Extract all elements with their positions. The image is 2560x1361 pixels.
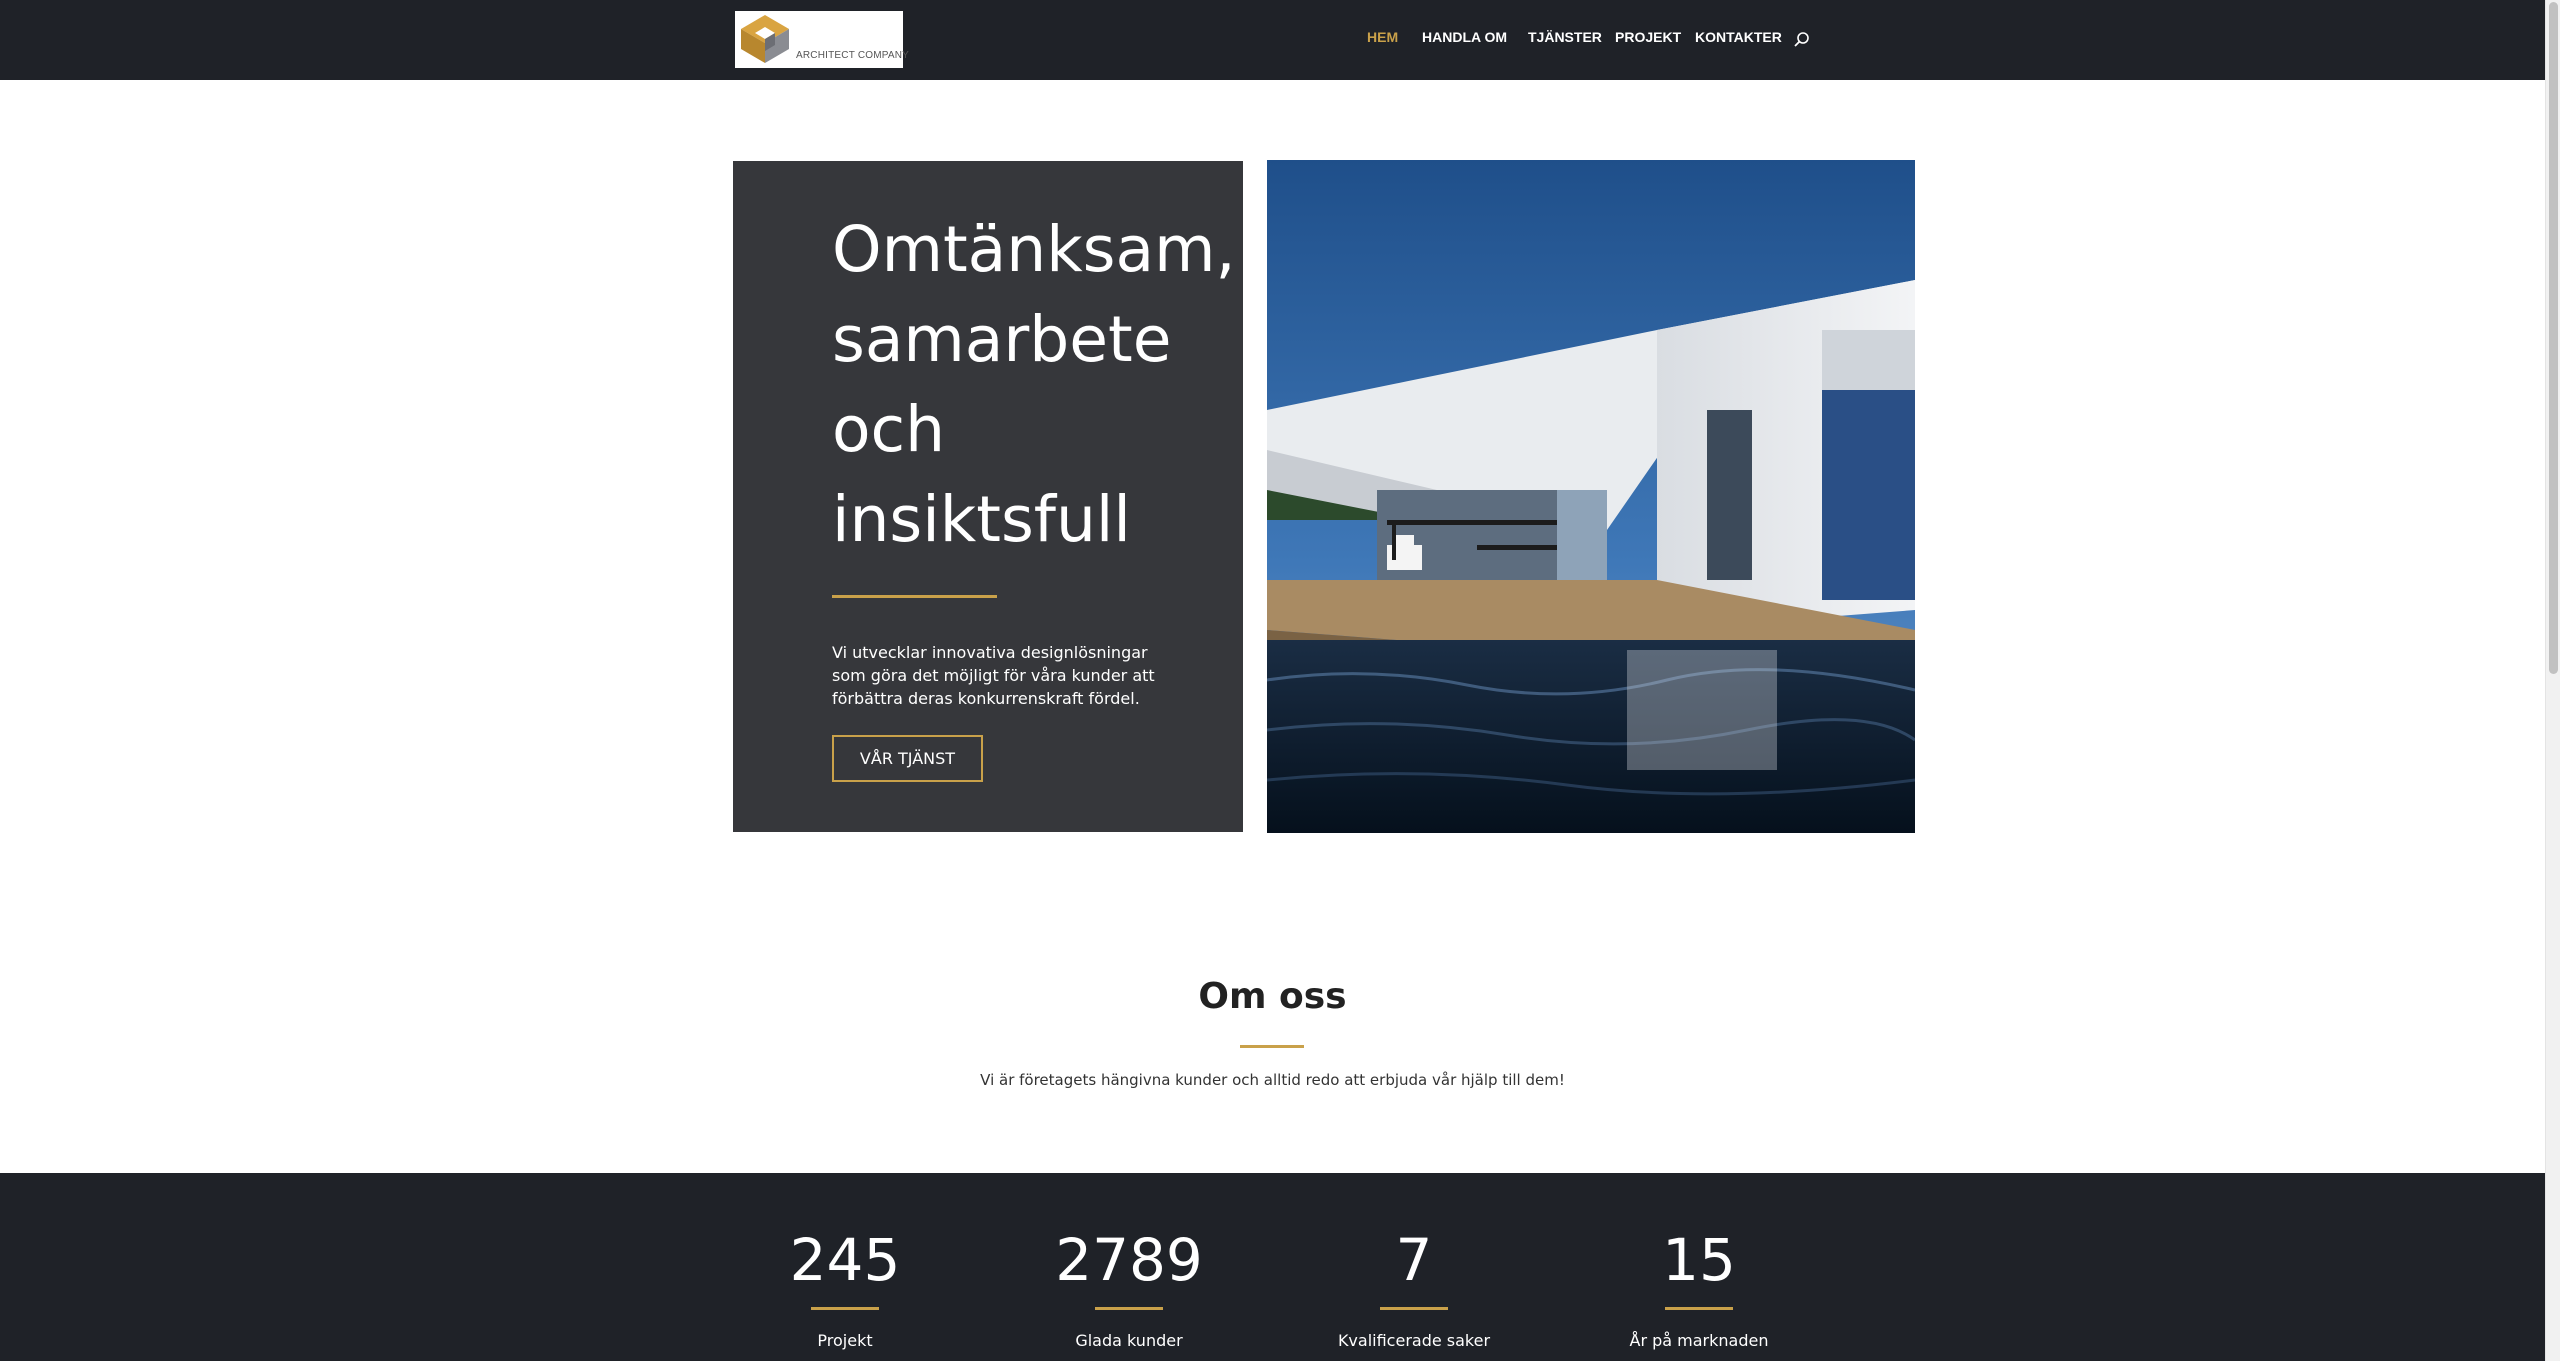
scrollbar[interactable] bbox=[2545, 0, 2560, 1361]
hero-title-line: Omtänksam, bbox=[832, 213, 1236, 286]
logo[interactable]: ARCHITECT COMPANY bbox=[735, 11, 909, 68]
stat-label: År på marknaden bbox=[1629, 1331, 1769, 1350]
nav-item-hem[interactable]: HEM bbox=[1367, 29, 1398, 45]
stat-divider bbox=[1665, 1307, 1733, 1310]
stat-divider bbox=[1380, 1307, 1448, 1310]
hero-divider bbox=[832, 595, 997, 598]
about-divider bbox=[1240, 1045, 1304, 1048]
search-icon[interactable] bbox=[1793, 31, 1811, 49]
about-title: Om oss bbox=[1198, 976, 1347, 1017]
nav-item-handla-om[interactable]: HANDLA OM bbox=[1422, 29, 1507, 45]
service-button[interactable]: VÅR TJÄNST bbox=[832, 735, 983, 782]
stat-label: Glada kunder bbox=[1075, 1331, 1183, 1350]
hero-title: Omtänksam, samarbete och insiktsfull bbox=[832, 205, 1236, 565]
nav-item-projekt[interactable]: PROJEKT bbox=[1615, 29, 1681, 45]
nav-item-kontakter[interactable]: KONTAKTER bbox=[1695, 29, 1782, 45]
stat-label: Projekt bbox=[817, 1331, 873, 1350]
stat-number: 7 bbox=[1395, 1226, 1433, 1294]
hero-title-line: samarbete bbox=[832, 303, 1172, 376]
hero-card: Omtänksam, samarbete och insiktsfull Vi … bbox=[733, 161, 1243, 832]
scrollbar-thumb[interactable] bbox=[2549, 2, 2558, 674]
site-header: ARCHITECT COMPANY HEM HANDLA OM TJÄNSTER… bbox=[0, 0, 2545, 80]
logo-text: ARCHITECT COMPANY bbox=[796, 50, 910, 61]
stat-number: 15 bbox=[1662, 1226, 1736, 1294]
about-description: Vi är företagets hängivna kunder och all… bbox=[980, 1071, 1565, 1089]
stat-number: 2789 bbox=[1055, 1226, 1203, 1294]
hero-image bbox=[1267, 160, 1915, 833]
stat-number: 245 bbox=[789, 1226, 901, 1294]
nav-item-tjanster[interactable]: TJÄNSTER bbox=[1528, 29, 1602, 45]
hero-title-line: och bbox=[832, 393, 946, 466]
stat-divider bbox=[811, 1307, 879, 1310]
logo-mark-icon bbox=[741, 15, 789, 63]
stat-label: Kvalificerade saker bbox=[1337, 1331, 1491, 1350]
hero-description: Vi utvecklar innovativa designlösningar … bbox=[832, 643, 1155, 708]
stats-section: 245 Projekt 2789 Glada kunder 7 Kvalific… bbox=[0, 1173, 2545, 1361]
stat-divider bbox=[1095, 1307, 1163, 1310]
hero-title-line: insiktsfull bbox=[832, 483, 1131, 556]
